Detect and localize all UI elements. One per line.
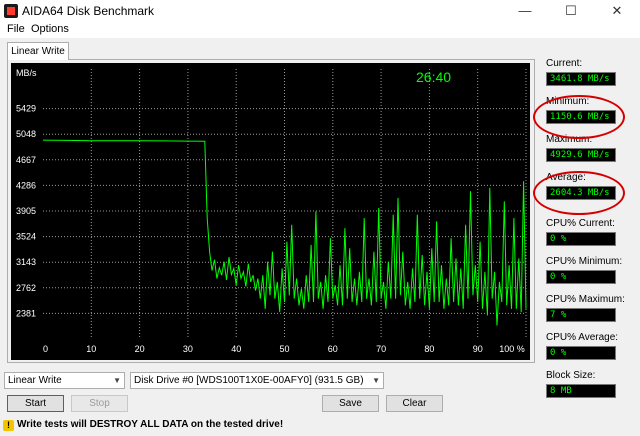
stat-value-block-size: 8 MB (546, 384, 616, 398)
stat-value-maximum: 4929.6 MB/s (546, 148, 616, 162)
menu-options[interactable]: Options (31, 23, 69, 35)
drive-select[interactable]: Disk Drive #0 [WDS100T1X0E-00AFY0] (931.… (130, 372, 384, 389)
y-tick-label: 2762 (16, 283, 36, 293)
y-tick-label: 3905 (16, 206, 36, 216)
stat-label-cpu-maximum: CPU% Maximum: (546, 294, 625, 305)
stat-label-cpu-current: CPU% Current: (546, 218, 615, 229)
stat-label-cpu-average: CPU% Average: (546, 332, 619, 343)
save-button[interactable]: Save (322, 395, 379, 412)
x-tick-label: 70 (376, 344, 386, 354)
stat-label-current: Current: (546, 58, 583, 69)
x-tick-label: 20 (135, 344, 145, 354)
warning-icon: ! (3, 420, 14, 431)
x-tick-label: 50 (279, 344, 289, 354)
chevron-down-icon: ▼ (372, 376, 380, 385)
window-title: AIDA64 Disk Benchmark (22, 4, 155, 18)
y-tick-label: 5429 (16, 104, 36, 114)
close-button[interactable]: ✕ (594, 0, 640, 22)
start-button[interactable]: Start (7, 395, 64, 412)
y-tick-label: 3524 (16, 232, 36, 242)
annotation-circle-minimum (533, 95, 625, 139)
x-tick-label: 10 (86, 344, 96, 354)
annotation-circle-average (533, 171, 625, 215)
stat-label-block-size: Block Size: (546, 370, 596, 381)
y-tick-label: 4286 (16, 180, 36, 190)
drive-select-value: Disk Drive #0 [WDS100T1X0E-00AFY0] (931.… (134, 375, 364, 386)
x-tick-label: 90 (473, 344, 483, 354)
menu-file[interactable]: File (7, 23, 25, 35)
test-type-select[interactable]: Linear Write ▼ (4, 372, 125, 389)
x-tick-label: 0 (43, 344, 48, 354)
maximize-button[interactable]: ☐ (548, 0, 594, 22)
stat-value-cpu-minimum: 0 % (546, 270, 616, 284)
x-tick-label: 60 (328, 344, 338, 354)
tab-linear-write[interactable]: Linear Write (7, 42, 69, 60)
destroy-data-warning: ! Write tests will DESTROY ALL DATA on th… (3, 419, 283, 431)
x-tick-label: 40 (231, 344, 241, 354)
elapsed-timer: 26:40 (416, 69, 451, 85)
warning-text: Write tests will DESTROY ALL DATA on the… (17, 419, 284, 430)
title-bar: AIDA64 Disk Benchmark — ☐ ✕ (0, 0, 640, 22)
y-tick-label: 2381 (16, 308, 36, 318)
stat-label-cpu-minimum: CPU% Minimum: (546, 256, 623, 267)
aida64-app-icon (4, 4, 18, 18)
y-axis-labels: 5429 5048 4667 4286 3905 3524 3143 2762 2381 (16, 104, 36, 319)
chevron-down-icon: ▼ (113, 376, 121, 385)
stop-button[interactable]: Stop (71, 395, 128, 412)
y-tick-label: 4667 (16, 155, 36, 165)
x-tick-label: 100 % (499, 344, 525, 354)
x-tick-label: 80 (424, 344, 434, 354)
x-tick-label: 30 (183, 344, 193, 354)
benchmark-chart: 5429 5048 4667 4286 3905 3524 3143 2762 2381 0 10… (11, 63, 530, 360)
test-type-select-value: Linear Write (8, 375, 62, 386)
clear-button[interactable]: Clear (386, 395, 443, 412)
stat-value-cpu-maximum: 7 % (546, 308, 616, 322)
y-axis-unit: MB/s (16, 68, 37, 78)
y-tick-label: 3143 (16, 257, 36, 267)
stat-value-current: 3461.8 MB/s (546, 72, 616, 86)
stat-value-cpu-current: 0 % (546, 232, 616, 246)
stat-value-cpu-average: 0 % (546, 346, 616, 360)
y-tick-label: 5048 (16, 129, 36, 139)
menu-bar: File Options (0, 22, 640, 38)
minimize-button[interactable]: — (502, 0, 548, 22)
